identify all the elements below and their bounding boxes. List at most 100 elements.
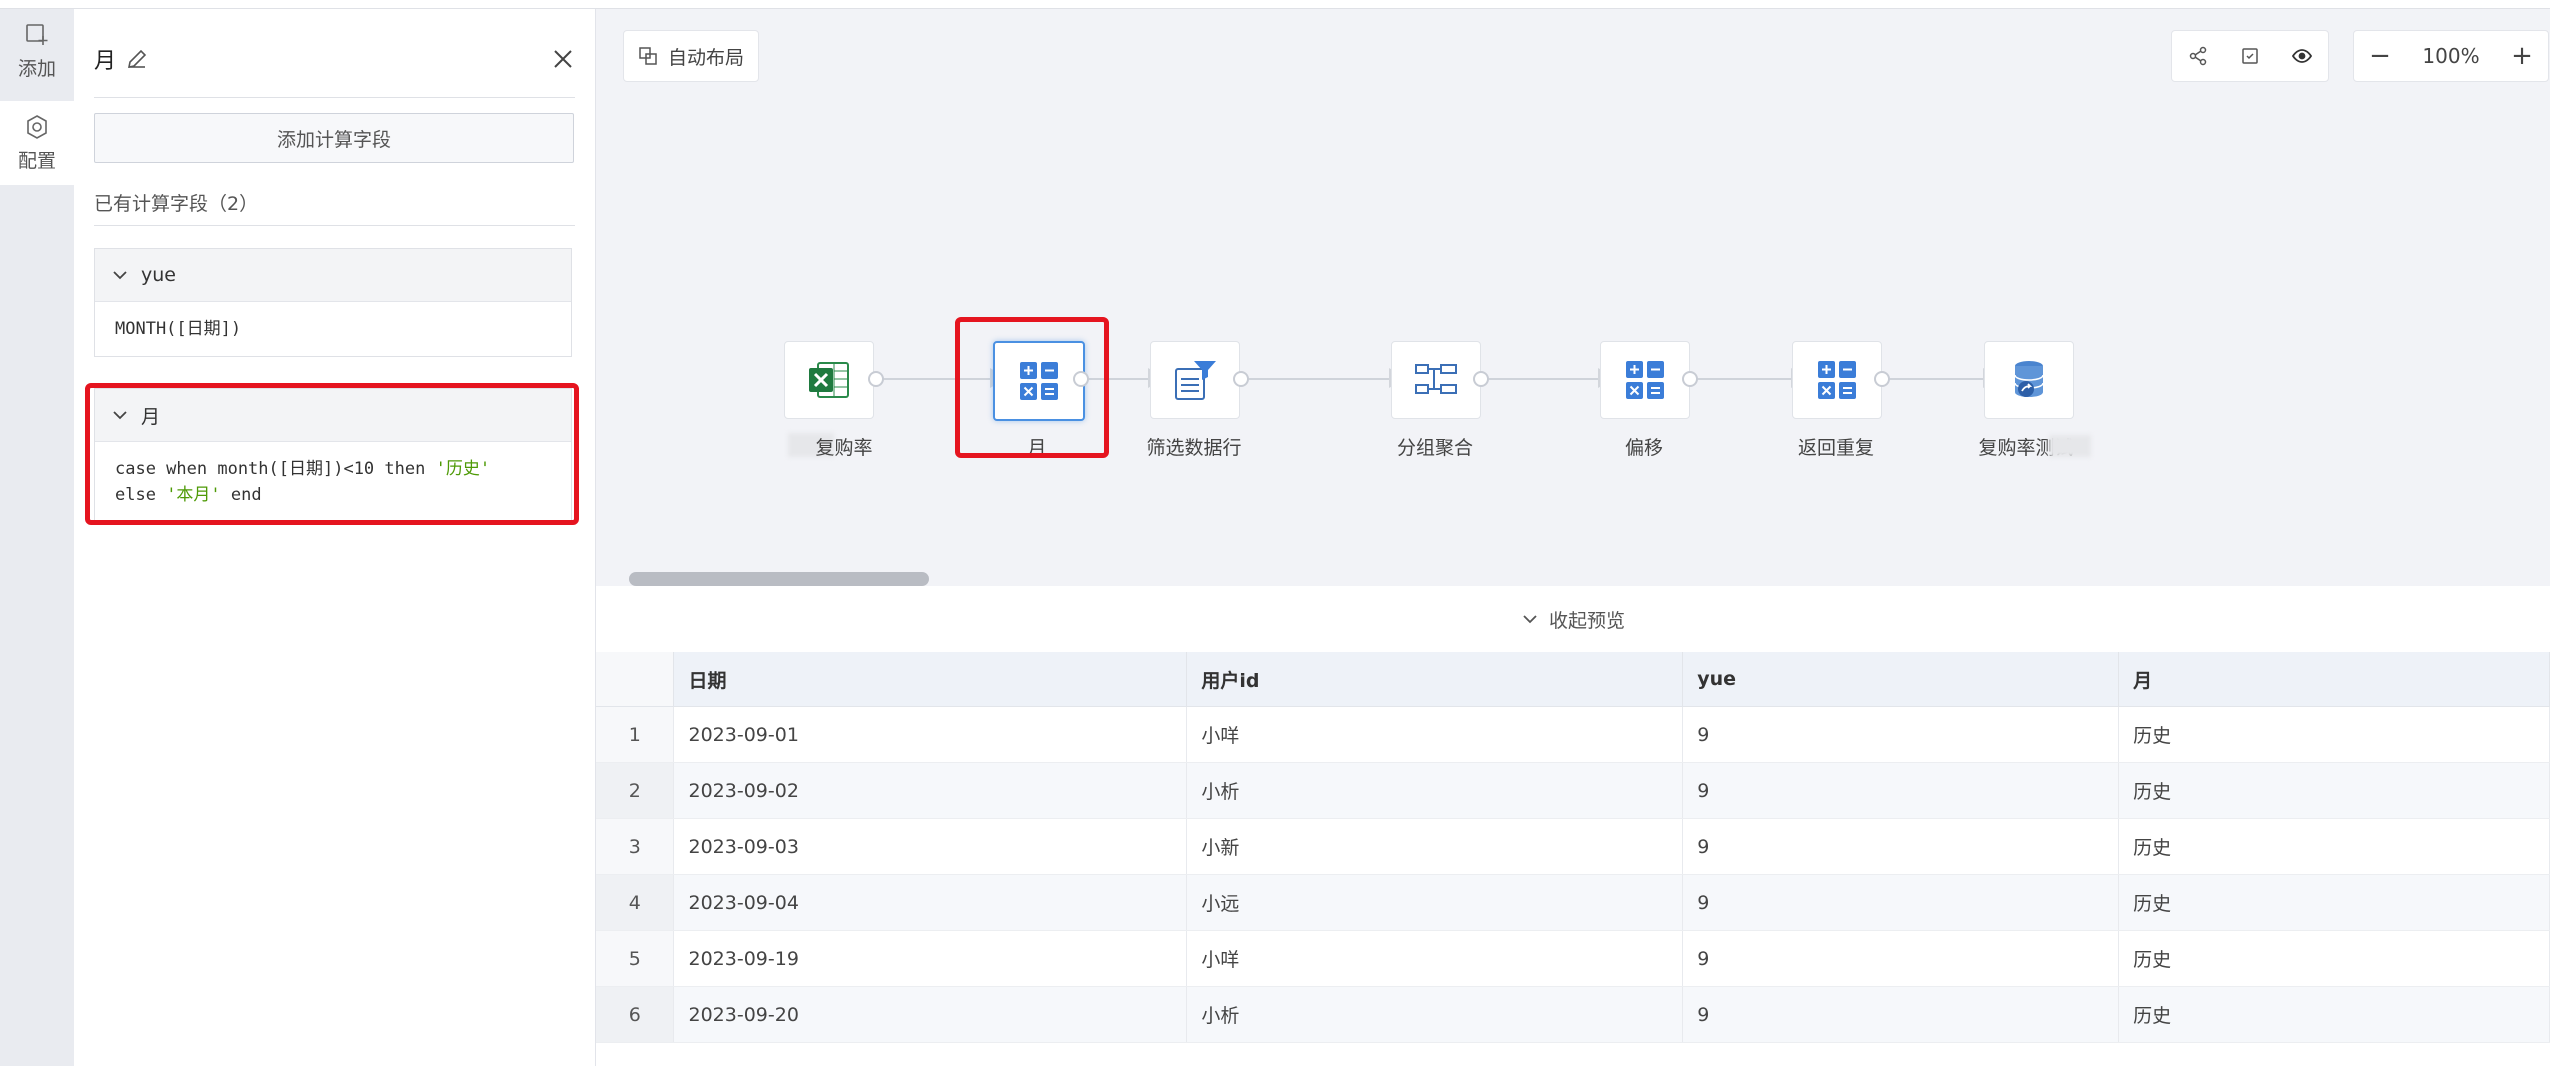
flow-node-group[interactable] xyxy=(1391,341,1481,419)
auto-layout-label: 自动布局 xyxy=(668,46,745,69)
table-row: 4 2023-09-04 小远 9 历史 xyxy=(596,874,2550,931)
row-index: 3 xyxy=(596,818,675,875)
rail-config-button[interactable]: 配置 xyxy=(0,101,74,185)
flow-node-output[interactable] xyxy=(1984,341,2074,419)
flow-node-label: 筛选数据行 xyxy=(1146,437,1242,459)
zoom-level: 100% xyxy=(2422,44,2480,68)
table-cell: 小咩 xyxy=(1186,930,1684,987)
node-port[interactable] xyxy=(1473,371,1489,387)
rail-add-button[interactable]: 添加 xyxy=(0,9,74,93)
horizontal-scrollbar[interactable] xyxy=(629,572,929,586)
flow-node-label: 偏移 xyxy=(1624,437,1663,459)
row-index: 2 xyxy=(596,762,675,819)
table-cell: 历史 xyxy=(2118,818,2550,875)
filter-icon xyxy=(1175,361,1216,400)
table-row: 5 2023-09-19 小咩 9 历史 xyxy=(596,930,2550,987)
data-preview: 收起预览 日期 用户id yue 月 1 2023-09-01 小咩 9 历史 … xyxy=(596,586,2550,1066)
preview-toggle-button[interactable] xyxy=(2276,31,2328,81)
table-header-row: 日期 用户id yue 月 xyxy=(596,652,2550,707)
add-calc-field-button[interactable]: 添加计算字段 xyxy=(94,113,574,163)
column-header[interactable]: 用户id xyxy=(1186,652,1684,707)
existing-fields-label: 已有计算字段（2） xyxy=(94,193,259,215)
calc-field-formula[interactable]: MONTH([日期]) xyxy=(95,302,571,356)
pencil-icon[interactable] xyxy=(126,48,148,70)
flow-node-label: 复购率 xyxy=(815,437,873,459)
table-cell: 2023-09-02 xyxy=(673,762,1188,819)
divider xyxy=(94,225,575,226)
close-icon[interactable] xyxy=(551,47,575,71)
share-icon xyxy=(2189,46,2207,66)
chevron-down-icon xyxy=(1523,615,1537,624)
eye-icon xyxy=(2292,49,2312,63)
table-cell: 9 xyxy=(1682,874,2120,931)
flow-node-label: 返回重复 xyxy=(1797,437,1874,459)
flow-canvas[interactable]: 自动布局 − 100% + 复购率 月 筛选数据行 分组聚合 偏移 返回重复 复… xyxy=(596,9,2550,585)
table-cell: 9 xyxy=(1682,930,2120,987)
zoom-control: − 100% + xyxy=(2353,30,2549,82)
left-rail: 添加 配置 xyxy=(0,9,74,1066)
highlight-box xyxy=(955,317,1109,458)
node-port[interactable] xyxy=(1874,371,1890,387)
table-cell: 2023-09-01 xyxy=(673,706,1188,763)
note-button[interactable] xyxy=(2224,31,2276,81)
gear-icon xyxy=(27,114,47,139)
view-tools xyxy=(2171,30,2329,82)
table-cell: 历史 xyxy=(2118,930,2550,987)
table-cell: 历史 xyxy=(2118,874,2550,931)
layout-icon xyxy=(639,47,657,65)
node-port[interactable] xyxy=(1233,371,1249,387)
chevron-down-icon xyxy=(113,271,127,280)
column-header[interactable]: 日期 xyxy=(673,652,1188,707)
auto-layout-button[interactable]: 自动布局 xyxy=(623,30,760,82)
table-cell: 2023-09-03 xyxy=(673,818,1188,875)
collapse-preview-button[interactable]: 收起预览 xyxy=(596,586,2550,653)
flow-node-offset[interactable] xyxy=(1600,341,1690,419)
table-cell: 9 xyxy=(1682,818,2120,875)
calculator-icon xyxy=(1626,361,1664,399)
row-index: 5 xyxy=(596,930,675,987)
flow-node-source[interactable] xyxy=(784,341,874,419)
flow-node-filter[interactable] xyxy=(1150,341,1240,419)
table-cell: 历史 xyxy=(2118,762,2550,819)
rail-add-label: 添加 xyxy=(17,57,56,80)
calc-field-card: yue MONTH([日期]) xyxy=(94,248,572,357)
add-node-icon xyxy=(26,23,48,45)
node-port[interactable] xyxy=(868,371,884,387)
redacted-text xyxy=(2049,435,2091,457)
excel-icon xyxy=(809,362,849,398)
panel-header: 月 xyxy=(94,39,575,79)
node-port[interactable] xyxy=(1682,371,1698,387)
table-cell: 2023-09-20 xyxy=(673,986,1188,1043)
table-cell: 小远 xyxy=(1186,874,1684,931)
preview-table: 日期 用户id yue 月 1 2023-09-01 小咩 9 历史 2 202… xyxy=(596,652,2550,1043)
collapse-preview-label: 收起预览 xyxy=(1548,609,1625,632)
panel-title: 月 xyxy=(94,49,117,74)
column-header[interactable]: yue xyxy=(1682,652,2120,707)
flow-node-label: 分组聚合 xyxy=(1396,437,1473,459)
note-icon xyxy=(2242,48,2258,64)
table-cell: 2023-09-19 xyxy=(673,930,1188,987)
calc-field-header[interactable]: yue xyxy=(95,249,571,302)
table-cell: 9 xyxy=(1682,986,2120,1043)
row-index: 4 xyxy=(596,874,675,931)
row-index: 6 xyxy=(596,986,675,1043)
database-icon xyxy=(2014,361,2044,397)
table-cell: 历史 xyxy=(2118,706,2550,763)
table-row: 2 2023-09-02 小析 9 历史 xyxy=(596,762,2550,819)
row-index: 1 xyxy=(596,706,675,763)
table-row: 1 2023-09-01 小咩 9 历史 xyxy=(596,706,2550,763)
top-bar xyxy=(0,0,2550,9)
table-cell: 2023-09-04 xyxy=(673,874,1188,931)
zoom-out-button[interactable]: − xyxy=(2354,31,2406,81)
table-row: 6 2023-09-20 小析 9 历史 xyxy=(596,986,2550,1043)
table-cell: 9 xyxy=(1682,706,2120,763)
share-button[interactable] xyxy=(2172,31,2224,81)
table-row: 3 2023-09-03 小新 9 历史 xyxy=(596,818,2550,875)
group-icon xyxy=(1415,364,1457,394)
flow-node-return[interactable] xyxy=(1792,341,1882,419)
table-cell: 小析 xyxy=(1186,986,1684,1043)
column-header[interactable]: 月 xyxy=(2118,652,2550,707)
zoom-in-button[interactable]: + xyxy=(2496,31,2548,81)
flow-node-label: 复购率测试 xyxy=(1978,437,2074,459)
calculator-icon xyxy=(1818,361,1856,399)
